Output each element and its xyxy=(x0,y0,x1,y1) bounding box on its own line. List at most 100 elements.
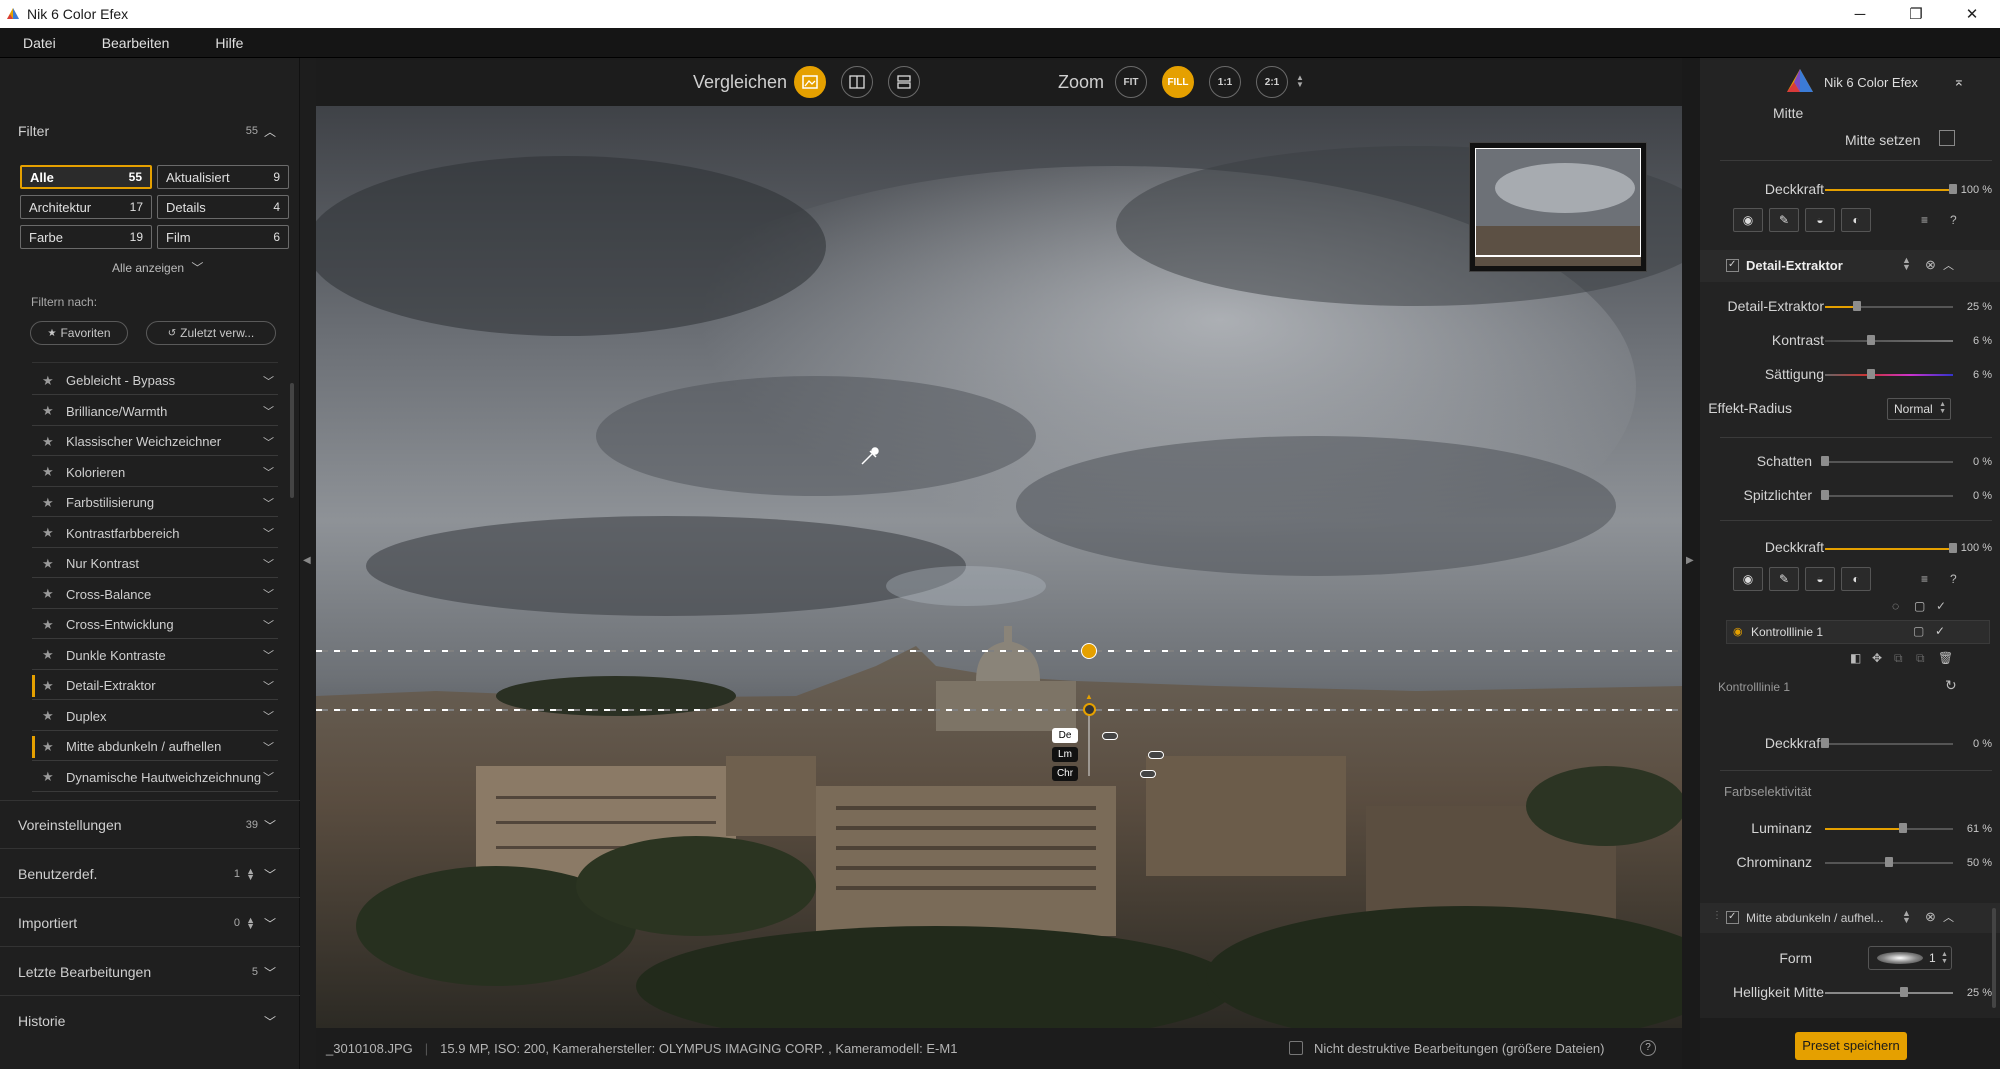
spitzlichter-slider[interactable] xyxy=(1821,490,1953,500)
remove-filter-icon[interactable]: ⊗ xyxy=(1925,909,1936,925)
control-point-handle[interactable] xyxy=(1083,703,1096,716)
close-window-button[interactable]: ✕ xyxy=(1944,0,2000,28)
star-icon[interactable]: ★ xyxy=(42,617,58,633)
chip-alle[interactable]: Alle 55 xyxy=(20,165,152,189)
chevron-up-icon[interactable]: ︿ xyxy=(1943,257,1954,273)
compare-split-view-button[interactable] xyxy=(841,66,873,98)
help-icon[interactable]: ? xyxy=(1640,1040,1656,1056)
section-letzte-bearbeitungen[interactable]: Letzte Bearbeitungen 5 ﹀ xyxy=(0,958,300,986)
zoom-2-1-button[interactable]: 2:1 xyxy=(1256,66,1288,98)
control-line-top-handle[interactable] xyxy=(1081,643,1097,659)
nondestructive-checkbox[interactable] xyxy=(1289,1041,1303,1055)
reorder-icon[interactable]: ▲ ▼ xyxy=(1902,909,1911,925)
marker-chr[interactable]: Chr xyxy=(1052,766,1078,781)
check-icon[interactable]: ✓ xyxy=(1935,624,1945,638)
opacity1-slider[interactable] xyxy=(1825,184,1957,194)
opacity3-slider[interactable] xyxy=(1821,738,1953,748)
saettigung-slider[interactable] xyxy=(1825,369,1953,379)
control-point-add-icon[interactable]: ◉ xyxy=(1733,208,1763,232)
detail-extraktor-slider[interactable] xyxy=(1825,301,1953,311)
group-icon[interactable]: ⧉ xyxy=(1894,651,1903,666)
chevron-down-icon[interactable]: ﹀ xyxy=(263,403,274,419)
slider-knob[interactable] xyxy=(1867,369,1876,379)
star-icon[interactable]: ★ xyxy=(42,586,58,602)
chevron-down-icon[interactable]: ﹀ xyxy=(263,586,274,602)
filter-list-item[interactable]: ★ Kontrastfarbbereich ﹀ xyxy=(32,520,278,548)
minimize-button[interactable]: ─ xyxy=(1832,0,1888,28)
show-all-link[interactable]: Alle anzeigen ﹀ xyxy=(112,259,203,276)
brush-icon[interactable]: ✎ xyxy=(1769,208,1799,232)
filter-list-item[interactable]: ★ Mitte abdunkeln / aufhellen ﹀ xyxy=(32,733,278,761)
filter-section-header[interactable]: Filter 55 ︿ xyxy=(0,117,300,145)
zoom-fill-button[interactable]: FILL xyxy=(1162,66,1194,98)
marker-lm-slider[interactable] xyxy=(1148,751,1164,759)
zoom-fit-button[interactable]: FIT xyxy=(1115,66,1147,98)
enable-checkbox[interactable]: ✓ xyxy=(1726,259,1739,272)
chip-aktualisiert[interactable]: Aktualisiert 9 xyxy=(157,165,289,189)
check-icon[interactable]: ✓ xyxy=(1936,599,1946,613)
filter-list-item[interactable]: ★ Farbstilisierung ﹀ xyxy=(32,489,278,517)
chip-film[interactable]: Film 6 xyxy=(157,225,289,249)
star-icon[interactable]: ★ xyxy=(42,525,58,541)
helligkeit-slider[interactable] xyxy=(1825,987,1953,997)
chevron-down-icon[interactable]: ﹀ xyxy=(263,647,274,663)
slider-knob[interactable] xyxy=(1853,301,1861,311)
favorites-button[interactable]: ★ Favoriten xyxy=(30,321,128,345)
chevron-down-icon[interactable]: ﹀ xyxy=(263,464,274,480)
dashed-circle-icon[interactable]: ◌ xyxy=(1892,599,1899,613)
settings-list-icon[interactable]: ≡ xyxy=(1921,572,1928,586)
filter-list-item[interactable]: ★ Cross-Entwicklung ﹀ xyxy=(32,611,278,639)
filter-list-item[interactable]: ★ Klassischer Weichzeichner ﹀ xyxy=(32,428,278,456)
section-importiert[interactable]: Importiert 0 ▲ ▼ ﹀ xyxy=(0,909,300,937)
trash-icon[interactable]: 🗑 xyxy=(1938,651,1953,665)
filter-list-item[interactable]: ★ Kolorieren ﹀ xyxy=(32,459,278,487)
image-canvas[interactable]: ▲ De Lm Chr xyxy=(316,106,1682,1028)
marker-de[interactable]: De xyxy=(1052,728,1078,743)
right-panel-scrollbar[interactable] xyxy=(1992,908,1996,1008)
zoom-1-1-button[interactable]: 1:1 xyxy=(1209,66,1241,98)
compare-single-view-button[interactable] xyxy=(794,66,826,98)
collapse-panel-icon[interactable]: ⌅ xyxy=(1953,73,1965,90)
chevron-down-icon[interactable]: ﹀ xyxy=(263,769,274,785)
section-historie[interactable]: Historie ﹀ xyxy=(0,1007,300,1035)
mask-icon[interactable]: ◧ xyxy=(1850,651,1861,665)
menu-datei[interactable]: Datei xyxy=(0,35,79,51)
chevron-down-icon[interactable]: ﹀ xyxy=(263,556,274,572)
chevron-down-icon[interactable]: ﹀ xyxy=(263,434,274,450)
slider-knob[interactable] xyxy=(1899,823,1908,833)
chevron-down-icon[interactable]: ﹀ xyxy=(263,739,274,755)
remove-filter-icon[interactable]: ⊗ xyxy=(1925,257,1936,273)
ungroup-icon[interactable]: ⧉ xyxy=(1916,651,1925,666)
enable-checkbox[interactable]: ✓ xyxy=(1726,911,1739,924)
preset-save-button[interactable]: Preset speichern xyxy=(1795,1032,1907,1060)
drag-handle-icon[interactable]: ⋮ xyxy=(1712,910,1722,921)
filter-list-item[interactable]: ★ Brilliance/Warmth ﹀ xyxy=(32,398,278,426)
detail-extraktor-header[interactable]: ✓ Detail-Extraktor ▲ ▼ ⊗ ︿ xyxy=(1700,250,2000,282)
shape-icon[interactable]: ◐ xyxy=(1841,567,1871,591)
gradient-icon[interactable]: ◒ xyxy=(1805,208,1835,232)
slider-knob[interactable] xyxy=(1885,857,1893,867)
marker-de-slider[interactable] xyxy=(1102,732,1118,740)
chip-details[interactable]: Details 4 xyxy=(157,195,289,219)
settings-list-icon[interactable]: ≡ xyxy=(1921,213,1928,227)
filter-list-item[interactable]: ★ Gebleicht - Bypass ﹀ xyxy=(32,367,278,395)
collapse-left-panel-icon[interactable]: ◀ xyxy=(303,555,311,566)
filter-list-item[interactable]: ★ Detail-Extraktor ﹀ xyxy=(32,672,278,700)
star-icon[interactable]: ★ xyxy=(42,403,58,419)
chip-farbe[interactable]: Farbe 19 xyxy=(20,225,152,249)
chevron-down-icon[interactable]: ﹀ xyxy=(263,708,274,724)
control-line-item[interactable]: ◉ Kontrolllinie 1 ▢ ✓ xyxy=(1726,620,1990,644)
square-icon[interactable]: ▢ xyxy=(1914,599,1925,613)
schatten-slider[interactable] xyxy=(1821,456,1953,466)
star-icon[interactable]: ★ xyxy=(42,556,58,572)
chevron-down-icon[interactable]: ﹀ xyxy=(263,617,274,633)
filter-list-item[interactable]: ★ Dynamische Hautweichzeichnung ﹀ xyxy=(32,764,278,792)
filter-list-item[interactable]: ★ Dunkle Kontraste ﹀ xyxy=(32,642,278,670)
marker-chr-slider[interactable] xyxy=(1140,770,1156,778)
star-icon[interactable]: ★ xyxy=(42,434,58,450)
compare-side-by-side-button[interactable] xyxy=(888,66,920,98)
square-icon[interactable]: ▢ xyxy=(1913,624,1924,638)
star-icon[interactable]: ★ xyxy=(42,739,58,755)
menu-bearbeiten[interactable]: Bearbeiten xyxy=(79,35,193,51)
collapse-right-panel-icon[interactable]: ▶ xyxy=(1686,555,1694,566)
